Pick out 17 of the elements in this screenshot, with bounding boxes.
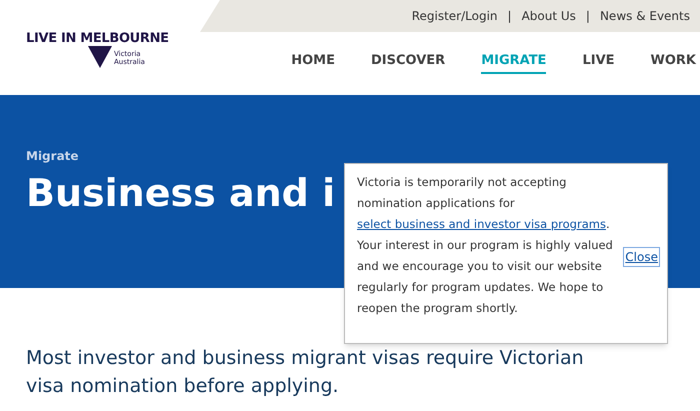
close-link[interactable]: Close bbox=[624, 248, 659, 266]
intro-heading: Most investor and business migrant visas require Victorian visa nomination before applying. bbox=[26, 346, 585, 399]
nav-tab[interactable]: HOME bbox=[291, 51, 335, 74]
nav-tab[interactable]: DISCOVER bbox=[371, 51, 446, 74]
visa-programs-link[interactable]: select business and investor visa programs bbox=[357, 217, 606, 231]
nav-tab[interactable]: WORK bbox=[650, 51, 696, 74]
top-link[interactable]: About Us bbox=[522, 7, 576, 25]
nav-tab[interactable]: LIVE bbox=[582, 51, 615, 74]
notice-text: Victoria is temporarily not accepting nomination applications for select business and investor visa programs. Your interest in our program is highly valued and we encourage you to visit our website regularly for program updates. We hope to reopen the program shortly. bbox=[357, 174, 614, 317]
breadcrumb-link[interactable]: Migrate bbox=[26, 147, 79, 165]
page-title: Business and i bbox=[26, 171, 336, 215]
top-link[interactable]: News & Events bbox=[600, 7, 690, 25]
top-link[interactable]: Register/Login bbox=[412, 7, 498, 25]
separator: | bbox=[586, 8, 590, 25]
triangle-icon bbox=[88, 46, 112, 68]
separator: | bbox=[508, 8, 512, 25]
logo-title: LIVE IN MELBOURNE bbox=[26, 30, 169, 48]
